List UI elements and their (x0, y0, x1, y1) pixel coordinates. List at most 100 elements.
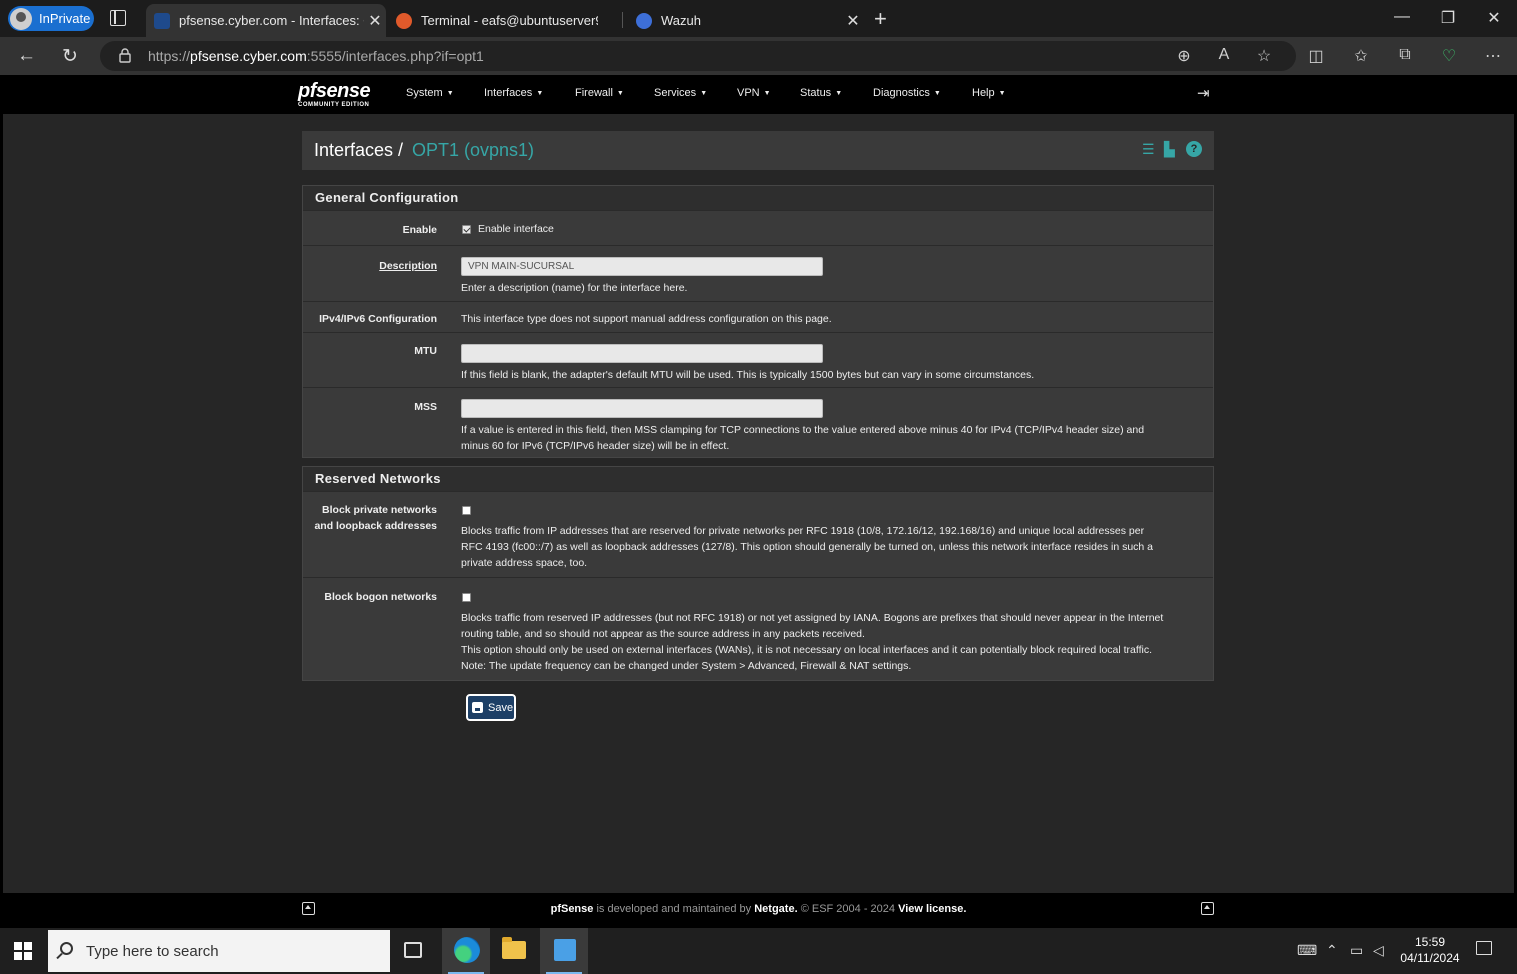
block-private-help-line: private address space, too. (461, 557, 588, 569)
pfsense-logo[interactable]: pfsense COMMUNITY EDITION (298, 80, 371, 109)
mss-help-line: If a value is entered in this field, the… (461, 424, 1145, 436)
browser-address-bar-area: ← ↻ https://pfsense.cyber.com:5555/inter… (0, 37, 1517, 75)
notification-center-icon[interactable] (1476, 941, 1492, 955)
footer-brand[interactable]: pfSense (551, 903, 594, 915)
menu-interfaces[interactable]: Interfaces ▼ (484, 87, 543, 99)
mtu-input[interactable] (461, 344, 823, 363)
description-help: Enter a description (name) for the inter… (461, 282, 688, 294)
favorites-icon[interactable]: ✩ (1351, 46, 1371, 66)
breadcrumb-section[interactable]: Interfaces / (314, 140, 403, 161)
bar-chart-icon[interactable]: ▙ (1164, 141, 1180, 157)
footer-license-link[interactable]: View license. (898, 903, 966, 915)
save-button[interactable]: Save (466, 694, 516, 721)
lock-icon[interactable] (119, 48, 131, 63)
save-label: Save (488, 701, 514, 714)
network-icon[interactable]: ▭ (1350, 942, 1363, 959)
block-private-checkbox[interactable] (462, 506, 471, 515)
close-tab-icon[interactable]: ✕ (842, 11, 864, 31)
menu-services[interactable]: Services ▼ (654, 87, 707, 99)
new-tab-button[interactable]: + (874, 6, 887, 32)
menu-vpn[interactable]: VPN ▼ (737, 87, 771, 99)
back-arrow-icon[interactable]: ← (17, 45, 36, 67)
tab-pfsense[interactable]: pfsense.cyber.com - Interfaces: OPT1 (ov… (146, 4, 386, 37)
refresh-icon[interactable]: ↻ (62, 45, 78, 68)
menu-diagnostics[interactable]: Diagnostics ▼ (873, 87, 941, 99)
tab-actions-icon[interactable] (110, 10, 126, 26)
task-view-icon (404, 942, 422, 958)
enable-checkbox[interactable] (462, 225, 471, 234)
close-tab-icon[interactable]: ✕ (364, 11, 386, 31)
mtu-label: MTU (414, 345, 437, 357)
logo-main: pfsense (298, 80, 371, 102)
tab-title: pfsense.cyber.com - Interfaces: OPT1 (ov… (179, 13, 364, 28)
description-label[interactable]: Description (379, 258, 437, 274)
volume-muted-icon[interactable]: ◁ (1373, 942, 1384, 959)
footer-text: pfSense is developed and maintained by N… (3, 903, 1514, 915)
pfsense-favicon-icon (154, 12, 170, 29)
folder-icon (502, 937, 526, 959)
read-aloud-icon[interactable]: A (1214, 46, 1234, 64)
mss-label: MSS (414, 401, 437, 413)
caret-down-icon: ▼ (933, 90, 941, 97)
block-private-help-line: RFC 4193 (fc00::/7) as well as loopback … (461, 541, 1154, 553)
tab-wazuh[interactable]: Wazuh ✕ (628, 4, 864, 37)
menu-help[interactable]: Help ▼ (972, 87, 1006, 99)
menu-status[interactable]: Status ▼ (800, 87, 842, 99)
block-bogon-label: Block bogon networks (324, 591, 437, 603)
panel-heading: General Configuration (303, 186, 1213, 210)
block-bogon-help-line: routing table, and so should not appear … (461, 628, 865, 640)
ip-configuration-text: This interface type does not support man… (461, 313, 832, 325)
tab-title: Terminal - eafs@ubuntuserver919 (421, 13, 598, 28)
block-bogon-help-line: Note: The update frequency can be change… (461, 660, 912, 672)
menu-firewall[interactable]: Firewall ▼ (575, 87, 624, 99)
logo-sub: COMMUNITY EDITION (298, 102, 370, 108)
top-navbar: pfsense COMMUNITY EDITION System ▼ Interf… (3, 75, 1514, 114)
panel-heading: Reserved Networks (303, 467, 1213, 491)
block-bogon-help-line: This option should only be used on exter… (461, 644, 1153, 656)
mss-row: MSS If a value is entered in this field,… (303, 387, 1213, 458)
favorite-star-icon[interactable]: ☆ (1254, 46, 1274, 66)
remote-desktop-icon (554, 939, 576, 961)
mtu-help: If this field is blank, the adapter's de… (461, 369, 1035, 381)
caret-down-icon: ▼ (536, 90, 544, 97)
inprivate-profile-button[interactable]: InPrivate (8, 6, 94, 31)
close-window-button[interactable]: ✕ (1482, 8, 1506, 28)
split-screen-icon[interactable]: ◫ (1306, 46, 1326, 66)
logout-icon[interactable]: ⇥ (1197, 84, 1210, 102)
save-disk-icon (472, 702, 483, 713)
taskbar-edge[interactable] (442, 928, 490, 974)
taskbar-file-explorer[interactable] (490, 928, 538, 974)
mss-input[interactable] (461, 399, 823, 418)
tab-terminal[interactable]: Terminal - eafs@ubuntuserver919 ✕ (388, 4, 620, 37)
task-view-button[interactable] (392, 928, 440, 974)
enable-label: Enable (402, 224, 437, 236)
collections-icon[interactable]: ⧉ (1395, 46, 1415, 64)
footer-copyright: © ESF 2004 - 2024 (797, 903, 899, 915)
menu-system[interactable]: System ▼ (406, 87, 454, 99)
scroll-top-icon[interactable] (1201, 902, 1214, 915)
restore-button[interactable]: ❐ (1436, 8, 1460, 28)
tab-separator (622, 12, 623, 28)
caret-down-icon: ▼ (763, 90, 771, 97)
keyboard-icon[interactable]: ⌨ (1297, 942, 1317, 959)
description-input[interactable] (461, 257, 823, 276)
url-field[interactable]: https://pfsense.cyber.com:5555/interface… (100, 41, 1296, 71)
chevron-up-icon[interactable]: ⌃ (1326, 942, 1338, 959)
block-private-label: and loopback addresses (314, 520, 437, 532)
taskbar-search-box[interactable]: Type here to search (48, 930, 390, 972)
enable-row: Enable Enable interface (303, 210, 1213, 245)
settings-sliders-icon[interactable]: ☰ (1142, 141, 1158, 157)
browser-essentials-icon[interactable]: ♡ (1439, 46, 1459, 66)
minimize-button[interactable]: — (1390, 8, 1414, 26)
page-footer: pfSense is developed and maintained by N… (3, 893, 1514, 925)
windows-start-icon[interactable] (14, 942, 32, 960)
zoom-icon[interactable]: ⊕ (1174, 46, 1194, 66)
block-bogon-row: Block bogon networks Blocks traffic from… (303, 577, 1213, 681)
block-bogon-checkbox[interactable] (462, 593, 471, 602)
taskbar-remote-desktop[interactable] (540, 928, 588, 974)
footer-company[interactable]: Netgate. (754, 903, 797, 915)
help-icon[interactable]: ? (1186, 141, 1202, 157)
system-clock[interactable]: 15:59 04/11/2024 (1392, 934, 1468, 966)
more-menu-icon[interactable]: ⋯ (1483, 46, 1503, 66)
block-private-row: Block private networks and loopback addr… (303, 491, 1213, 577)
